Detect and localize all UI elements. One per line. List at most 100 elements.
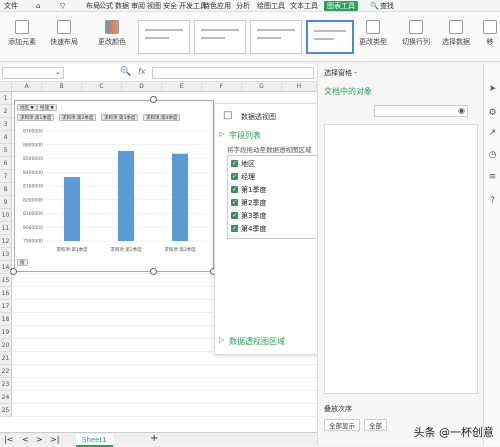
zoom-icon[interactable]: 🔍 <box>120 67 131 77</box>
menu-file[interactable]: 文件 <box>4 1 18 11</box>
selection-pane-title[interactable]: 选择窗格 - <box>324 68 357 78</box>
row-header-21[interactable]: 21 <box>0 352 12 365</box>
sheet-tab[interactable]: Sheet1 <box>76 434 113 447</box>
menu-chart-tools[interactable]: 图表工具 <box>324 1 358 11</box>
cursor-icon[interactable]: ➤ <box>487 84 498 95</box>
field-checkbox-q3[interactable]: ✓ <box>231 212 238 219</box>
switch-row-col-button[interactable]: 切换行列 <box>398 20 434 47</box>
history-icon[interactable]: ◷ <box>487 150 498 161</box>
value-field-q3[interactable]: 求和项:第3季度 <box>101 114 139 121</box>
home-icon[interactable]: ⌂ <box>36 1 40 11</box>
grid-row[interactable] <box>12 404 317 417</box>
row-header-5[interactable]: 5 <box>0 144 12 157</box>
search-label[interactable]: 查找 <box>380 1 394 11</box>
help-icon[interactable]: ? <box>487 196 498 207</box>
field-list-title[interactable]: 字段列表 <box>229 130 261 141</box>
chart-style-1[interactable] <box>138 20 190 54</box>
add-sheet-icon[interactable]: + <box>150 433 158 444</box>
resize-handle-bottom[interactable] <box>150 268 157 275</box>
field-checkbox-manager[interactable]: ✓ <box>231 173 238 180</box>
menu-text-tools[interactable]: 文本工具 <box>290 1 318 11</box>
search-icon[interactable]: 🔍 <box>370 1 379 11</box>
share-icon[interactable]: ↗ <box>487 128 498 139</box>
row-header-20[interactable]: 20 <box>0 339 12 352</box>
menu-features[interactable]: 特色应用 <box>203 1 231 11</box>
value-field-q2[interactable]: 求和项:第2季度 <box>59 114 97 121</box>
sliders-icon[interactable]: ≡ <box>487 172 498 183</box>
column-header-b[interactable]: B <box>42 82 82 92</box>
grid-row[interactable] <box>12 378 317 391</box>
menu-layout[interactable]: 布局 <box>86 1 100 11</box>
column-header-f[interactable]: F <box>202 82 242 92</box>
value-field-q1[interactable]: 求和项:第1季度 <box>17 114 55 121</box>
menu-dropdown-icon[interactable]: ▽ <box>60 1 65 11</box>
menu-review[interactable]: 审阅 <box>131 1 145 11</box>
column-header-e[interactable]: E <box>162 82 202 92</box>
row-header-19[interactable]: 19 <box>0 326 12 339</box>
row-header-24[interactable]: 24 <box>0 391 12 404</box>
menu-data[interactable]: 数据 <box>115 1 129 11</box>
quick-layout-button[interactable]: 快速布局 <box>44 20 84 47</box>
row-header-23[interactable]: 23 <box>0 378 12 391</box>
settings-icon[interactable]: ⚙ <box>487 108 498 119</box>
column-header-g[interactable]: G <box>242 82 282 92</box>
row-header-6[interactable]: 6 <box>0 157 12 170</box>
row-header-9[interactable]: 9 <box>0 196 12 209</box>
row-header-8[interactable]: 8 <box>0 183 12 196</box>
row-header-25[interactable]: 25 <box>0 404 12 417</box>
chart-style-2[interactable] <box>194 20 246 54</box>
row-header-3[interactable]: 3 <box>0 118 12 131</box>
column-header-d[interactable]: D <box>122 82 162 92</box>
change-color-button[interactable]: 更改颜色 <box>92 20 132 47</box>
menu-analysis[interactable]: 分析 <box>236 1 250 11</box>
value-field-q4[interactable]: 求和项:第4季度 <box>143 114 181 121</box>
next-sheet-icon[interactable]: > <box>36 435 43 444</box>
object-item[interactable]: ◉ <box>374 105 468 117</box>
move-button[interactable]: 移 <box>480 20 500 47</box>
bar-1[interactable] <box>64 177 80 241</box>
row-header-10[interactable]: 10 <box>0 209 12 222</box>
grid-row[interactable] <box>12 391 317 404</box>
formula-input[interactable] <box>152 67 314 79</box>
pivot-chart[interactable]: 地区 ▼ 经理 ▼ 求和项:第1季度 求和项:第2季度 求和项:第3季度 求和项… <box>14 100 214 272</box>
row-header-7[interactable]: 7 <box>0 170 12 183</box>
row-header-22[interactable]: 22 <box>0 365 12 378</box>
hide-all-button[interactable]: 全部 <box>364 419 387 431</box>
resize-handle-top[interactable] <box>150 96 157 103</box>
name-box[interactable]: ⌄ <box>2 67 64 79</box>
bar-2[interactable] <box>118 150 134 241</box>
change-type-button[interactable]: 更改类型 <box>356 20 390 47</box>
row-header-17[interactable]: 17 <box>0 300 12 313</box>
field-checkbox-region[interactable]: ✓ <box>231 160 238 167</box>
first-sheet-icon[interactable]: |< <box>4 435 13 444</box>
row-header-13[interactable]: 13 <box>0 248 12 261</box>
expand-icon[interactable]: ▷ <box>219 336 224 344</box>
object-list[interactable] <box>324 124 478 394</box>
row-header-15[interactable]: 15 <box>0 274 12 287</box>
show-all-button[interactable]: 全部显示 <box>324 419 360 431</box>
column-header-c[interactable]: C <box>82 82 122 92</box>
row-header-4[interactable]: 4 <box>0 131 12 144</box>
select-data-button[interactable]: 选择数据 <box>438 20 474 47</box>
menu-formula[interactable]: 公式 <box>99 1 113 11</box>
row-header-18[interactable]: 18 <box>0 313 12 326</box>
row-header-11[interactable]: 11 <box>0 222 12 235</box>
eye-icon[interactable]: ◉ <box>458 106 465 115</box>
row-header-1[interactable]: 1 <box>0 92 12 105</box>
row-header-16[interactable]: 16 <box>0 287 12 300</box>
field-checkbox-q1[interactable]: ✓ <box>231 186 238 193</box>
field-checkbox-q2[interactable]: ✓ <box>231 199 238 206</box>
filter-button-manager[interactable]: 经理 ▼ <box>37 104 57 111</box>
expand-icon[interactable]: ▷ <box>219 130 224 138</box>
field-checkbox-q4[interactable]: ✓ <box>231 225 238 232</box>
chart-style-4[interactable] <box>306 20 354 54</box>
value-field-button[interactable]: 值 <box>17 259 28 266</box>
fx-icon[interactable]: fx <box>138 67 146 76</box>
bar-3[interactable] <box>172 153 188 241</box>
row-header-12[interactable]: 12 <box>0 235 12 248</box>
filter-button-region[interactable]: 地区 ▼ <box>17 104 37 111</box>
column-header-h[interactable]: H <box>282 82 317 92</box>
column-header-a[interactable]: A <box>12 82 42 92</box>
prev-sheet-icon[interactable]: < <box>22 435 29 444</box>
menu-security[interactable]: 安全 <box>163 1 177 11</box>
